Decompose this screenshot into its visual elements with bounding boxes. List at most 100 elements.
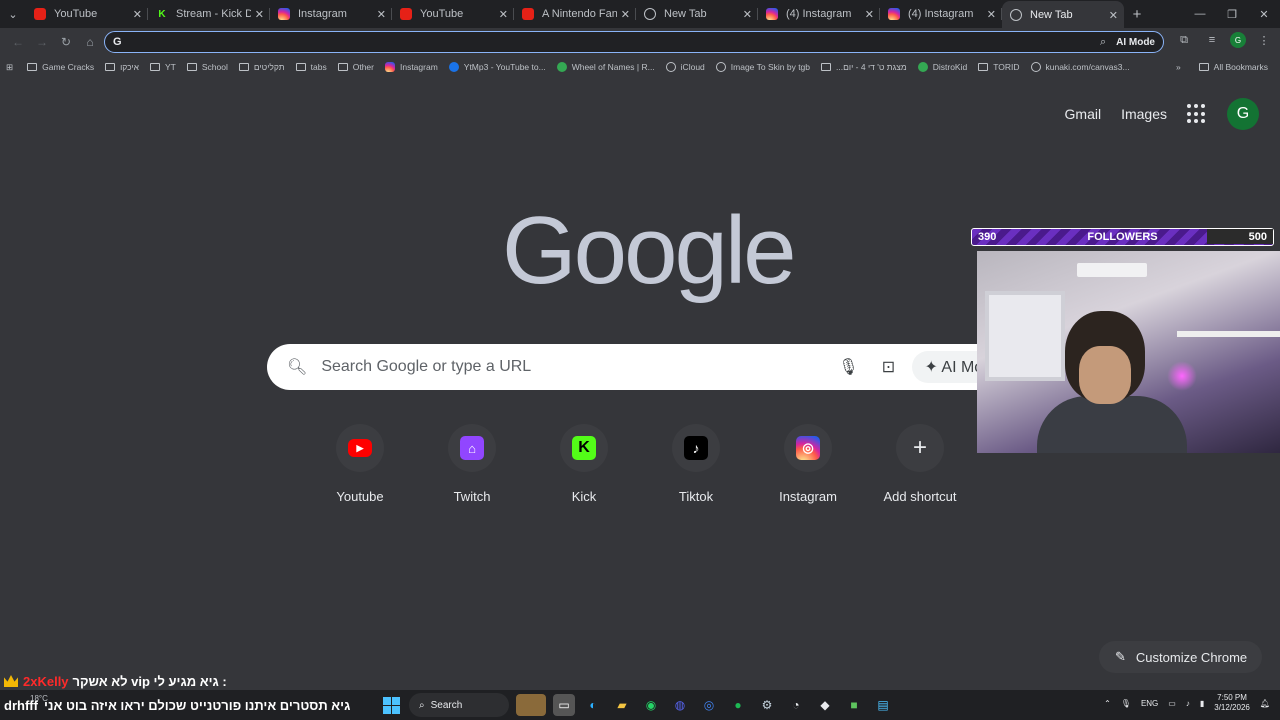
bookmark-item[interactable]: Other bbox=[337, 62, 374, 72]
tab-close-icon[interactable]: ✕ bbox=[377, 8, 386, 21]
reload-button[interactable]: ↻ bbox=[54, 30, 78, 54]
tab[interactable]: K Stream - Kick Dashbo ✕ bbox=[148, 1, 270, 27]
spotify-icon[interactable]: ● bbox=[727, 694, 749, 716]
microphone-icon[interactable]: 🎙︎ bbox=[828, 357, 868, 377]
bookmark-item[interactable]: YT bbox=[149, 62, 176, 72]
images-link[interactable]: Images bbox=[1121, 106, 1167, 122]
maximize-button[interactable]: ❐ bbox=[1216, 8, 1248, 21]
bookmark-item[interactable]: איכקו bbox=[105, 62, 139, 72]
shortcut-tile[interactable]: ⌂ Twitch bbox=[416, 424, 528, 504]
tab-close-icon[interactable]: ✕ bbox=[255, 8, 264, 21]
address-input[interactable] bbox=[129, 35, 1100, 49]
tab[interactable]: New Tab ✕ bbox=[1002, 1, 1124, 29]
tab-close-icon[interactable]: ✕ bbox=[621, 8, 630, 21]
bookmark-label: YT bbox=[164, 62, 176, 72]
chrome-icon[interactable]: ◎ bbox=[698, 694, 720, 716]
language-indicator[interactable]: ENG bbox=[1141, 699, 1158, 708]
network-icon[interactable]: ▭ bbox=[1168, 699, 1176, 708]
tab[interactable]: Instagram ✕ bbox=[270, 1, 392, 27]
tab[interactable]: (4) Instagram ✕ bbox=[880, 1, 1002, 27]
steam-icon[interactable]: ⚙ bbox=[756, 694, 778, 716]
task-view-icon[interactable]: ▭ bbox=[553, 694, 575, 716]
profile-avatar[interactable]: G bbox=[1230, 32, 1246, 48]
obs-icon[interactable]: ◔ bbox=[785, 694, 807, 716]
tab-close-icon[interactable]: ✕ bbox=[743, 8, 752, 21]
bookmark-favicon-icon bbox=[1030, 62, 1041, 72]
tab[interactable]: New Tab ✕ bbox=[636, 1, 758, 27]
bookmark-item[interactable]: Instagram bbox=[384, 62, 438, 72]
bookmark-item[interactable]: Wheel of Names | R... bbox=[556, 62, 655, 72]
google-lens-icon[interactable]: ⊡ bbox=[868, 357, 908, 377]
forward-button[interactable]: → bbox=[30, 30, 54, 54]
bookmark-item[interactable]: Game Cracks bbox=[27, 62, 94, 72]
notepad-icon[interactable]: ▤ bbox=[872, 694, 894, 716]
menu-icon[interactable]: ⋮ bbox=[1254, 34, 1274, 47]
close-window-button[interactable]: ✕ bbox=[1248, 8, 1280, 21]
tab[interactable]: (4) Instagram ✕ bbox=[758, 1, 880, 27]
new-tab-button[interactable]: + bbox=[1124, 1, 1150, 27]
tab-search-button[interactable]: ⌄ bbox=[0, 1, 26, 27]
back-button[interactable]: ← bbox=[6, 30, 30, 54]
tab[interactable]: YouTube ✕ bbox=[392, 1, 514, 27]
bookmark-item[interactable]: kunaki.com/canvas3... bbox=[1030, 62, 1130, 72]
tab-close-icon[interactable]: ✕ bbox=[987, 8, 996, 21]
ai-mode-button[interactable]: AI Mode bbox=[1116, 37, 1155, 48]
shortcut-tile[interactable]: ▶ Youtube bbox=[304, 424, 416, 504]
volume-icon[interactable]: ♪ bbox=[1186, 699, 1190, 708]
minecraft-icon[interactable]: ■ bbox=[843, 694, 865, 716]
tab-close-icon[interactable]: ✕ bbox=[1109, 9, 1118, 22]
tab-close-icon[interactable]: ✕ bbox=[133, 8, 142, 21]
bookmark-item[interactable]: Image To Skin by tgb bbox=[715, 62, 810, 72]
taskbar-search[interactable]: ⌕ Search bbox=[409, 693, 509, 717]
shortcut-tile[interactable]: K Kick bbox=[528, 424, 640, 504]
minimize-button[interactable]: — bbox=[1184, 8, 1216, 21]
bookmark-item[interactable]: TORID bbox=[978, 62, 1020, 72]
apps-grid-icon[interactable]: ⊞ bbox=[6, 62, 13, 73]
bookmark-label: kunaki.com/canvas3... bbox=[1045, 62, 1130, 72]
browser-toolbar: ← → ↻ ⌂ G ⌕ AI Mode ⧉ ≡ G ⋮ bbox=[0, 28, 1280, 56]
bookmark-item[interactable]: DistroKid bbox=[917, 62, 967, 72]
all-bookmarks-button[interactable]: All Bookmarks bbox=[1198, 62, 1268, 72]
tab[interactable]: YouTube ✕ bbox=[26, 1, 148, 27]
bookmark-item[interactable]: School bbox=[186, 62, 228, 72]
bookmark-item[interactable]: tabs bbox=[295, 62, 327, 72]
file-explorer-icon[interactable]: ▰ bbox=[611, 694, 633, 716]
shortcut-tile[interactable]: ◎ Instagram bbox=[752, 424, 864, 504]
tab-close-icon[interactable]: ✕ bbox=[865, 8, 874, 21]
instagram-icon bbox=[888, 8, 900, 20]
gmail-link[interactable]: Gmail bbox=[1065, 106, 1102, 122]
clock[interactable]: 7:50 PM 3/12/2026 bbox=[1214, 693, 1250, 713]
notification-bell-icon[interactable]: 🔔︎ bbox=[1260, 699, 1270, 708]
extensions-icon[interactable]: ⧉ bbox=[1174, 34, 1194, 47]
battery-icon[interactable]: ▮ bbox=[1200, 699, 1204, 708]
shortcut-tile[interactable]: + Add shortcut bbox=[864, 424, 976, 504]
shortcut-tile[interactable]: ♪ Tiktok bbox=[640, 424, 752, 504]
tab[interactable]: A Nintendo Fan's Wo ✕ bbox=[514, 1, 636, 27]
edge-icon[interactable]: ◐ bbox=[582, 694, 604, 716]
widgets-icon[interactable] bbox=[516, 694, 546, 716]
address-bar[interactable]: G ⌕ AI Mode bbox=[104, 31, 1164, 53]
chevron-up-icon[interactable]: ⌃ bbox=[1104, 699, 1111, 708]
bookmark-item[interactable]: YtMp3 - YouTube to... bbox=[448, 62, 546, 72]
folder-icon bbox=[978, 63, 989, 71]
media-controls-icon[interactable]: ≡ bbox=[1202, 34, 1222, 46]
zoom-icon[interactable]: ⌕ bbox=[1100, 36, 1106, 49]
home-button[interactable]: ⌂ bbox=[78, 30, 102, 54]
shortcut-label: Kick bbox=[571, 489, 597, 504]
app-icon[interactable]: ◆ bbox=[814, 694, 836, 716]
bookmark-item[interactable]: תקליטים bbox=[238, 62, 285, 72]
whatsapp-icon[interactable]: ◉ bbox=[640, 694, 662, 716]
chevron-right-icon[interactable]: » bbox=[1176, 62, 1181, 72]
bookmark-item[interactable]: iCloud bbox=[665, 62, 705, 72]
microphone-tray-icon[interactable]: 🎙︎ bbox=[1121, 699, 1131, 708]
ntp-search-box[interactable]: 🔍︎ 🎙︎ ⊡ ✦ AI Mode bbox=[267, 344, 1013, 390]
windows-start-icon[interactable] bbox=[380, 694, 402, 716]
google-apps-icon[interactable] bbox=[1187, 104, 1207, 124]
tab-close-icon[interactable]: ✕ bbox=[499, 8, 508, 21]
plus-icon: + bbox=[912, 434, 927, 461]
search-input[interactable] bbox=[321, 358, 829, 376]
account-avatar[interactable]: G bbox=[1227, 98, 1259, 130]
customize-chrome-button[interactable]: ✎ Customize Chrome bbox=[1099, 641, 1262, 673]
bookmark-item[interactable]: ...מצגת ט' די 4 - יום bbox=[821, 62, 907, 72]
discord-icon[interactable]: ◍ bbox=[669, 694, 691, 716]
